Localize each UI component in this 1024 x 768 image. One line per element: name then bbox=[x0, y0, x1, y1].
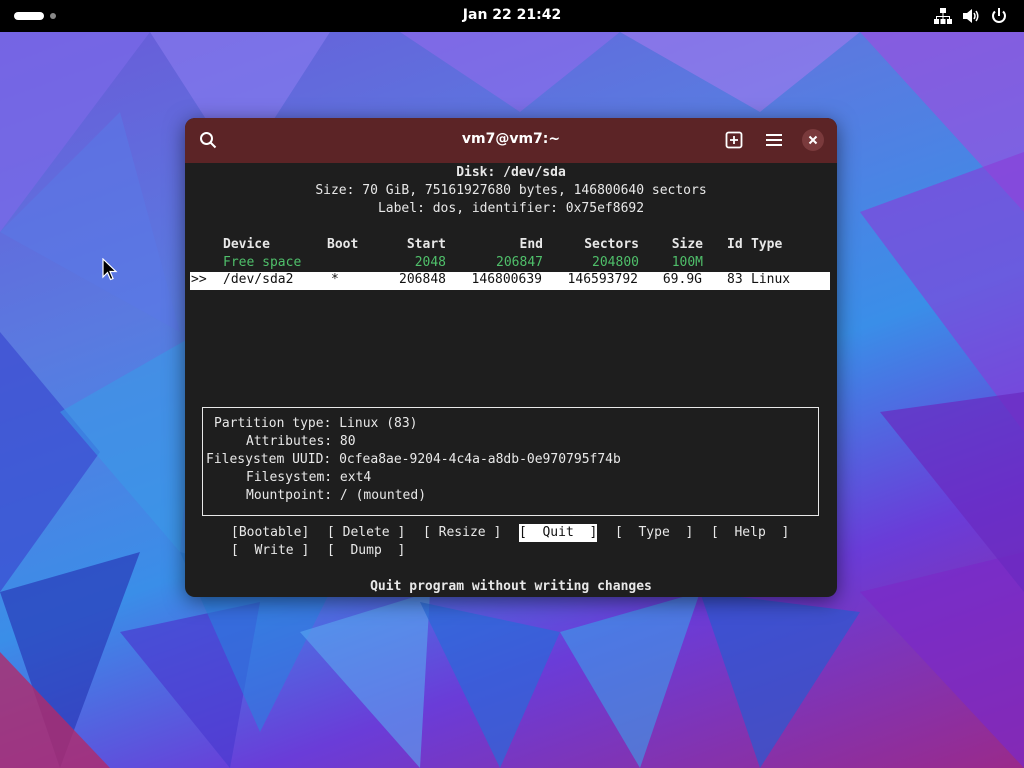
attributes-value: 80 bbox=[339, 434, 356, 449]
terminal-window[interactable]: vm7@vm7:~ Disk: /dev/sda Size: 70 GiB, 7… bbox=[185, 118, 837, 597]
row-start: 206848 bbox=[399, 272, 446, 287]
row-device: Free space bbox=[223, 255, 302, 270]
partition-type-label: Partition type: bbox=[214, 416, 332, 431]
bootable-button[interactable]: [Bootable] bbox=[231, 524, 309, 542]
search-icon[interactable] bbox=[199, 131, 217, 149]
row-start: 2048 bbox=[414, 255, 446, 270]
status-message: Quit program without writing changes bbox=[370, 579, 652, 594]
type-button[interactable]: [ Type ] bbox=[615, 524, 693, 542]
col-sectors: Sectors bbox=[584, 237, 639, 252]
disk-size-line: Size: 70 GiB, 75161927680 bytes, 1468006… bbox=[315, 183, 707, 198]
clock[interactable]: Jan 22 21:42 bbox=[463, 7, 561, 23]
uuid-value: 0cfea8ae-9204-4c4a-a8db-0e970795f74b bbox=[339, 452, 621, 467]
row-size: 69.9G bbox=[662, 272, 702, 287]
attributes-label: Attributes: bbox=[246, 434, 333, 449]
mountpoint-value: / (mounted) bbox=[339, 488, 427, 503]
table-row-selected[interactable]: >> /dev/sda2 * 206848 146800639 14659379… bbox=[190, 272, 830, 290]
dump-button[interactable]: [ Dump ] bbox=[327, 542, 405, 560]
volume-icon[interactable] bbox=[962, 7, 980, 25]
col-end: End bbox=[519, 237, 543, 252]
mouse-cursor-icon bbox=[102, 258, 118, 281]
row-device: /dev/sda2 bbox=[223, 272, 294, 287]
help-button[interactable]: [ Help ] bbox=[711, 524, 789, 542]
disk-heading: Disk: /dev/sda bbox=[456, 165, 566, 180]
filesystem-label: Filesystem: bbox=[246, 470, 333, 485]
menu-icon[interactable] bbox=[765, 131, 783, 149]
row-end: 146800639 bbox=[471, 272, 542, 287]
attributes-row: Attributes: 80 bbox=[246, 433, 356, 451]
row-boot-flag: * bbox=[331, 272, 339, 287]
partition-info-box: Partition type: Linux (83) Attributes: 8… bbox=[202, 407, 819, 516]
partition-type-row: Partition type: Linux (83) bbox=[214, 415, 418, 433]
col-id: Id bbox=[727, 237, 743, 252]
close-icon[interactable] bbox=[802, 129, 824, 151]
row-size: 100M bbox=[671, 255, 703, 270]
disk-label-line: Label: dos, identifier: 0x75ef8692 bbox=[377, 201, 645, 216]
row-sectors: 204800 bbox=[592, 255, 639, 270]
power-icon[interactable] bbox=[990, 7, 1008, 25]
col-device: Device bbox=[223, 237, 270, 252]
row-sectors: 146593792 bbox=[567, 272, 638, 287]
col-size: Size bbox=[671, 237, 703, 252]
network-icon[interactable] bbox=[934, 7, 952, 25]
quit-button[interactable]: [ Quit ] bbox=[519, 524, 598, 542]
selection-marker: >> bbox=[191, 272, 207, 287]
row-type: Linux bbox=[751, 272, 791, 287]
row-id: 83 bbox=[727, 272, 743, 287]
mountpoint-label: Mountpoint: bbox=[246, 488, 333, 503]
uuid-row: Filesystem UUID: 0cfea8ae-9204-4c4a-a8db… bbox=[206, 451, 621, 469]
window-title: vm7@vm7:~ bbox=[461, 131, 561, 147]
partition-type-value: Linux (83) bbox=[339, 416, 418, 431]
uuid-label: Filesystem UUID: bbox=[206, 452, 332, 467]
mountpoint-row: Mountpoint: / (mounted) bbox=[246, 487, 426, 505]
row-end: 206847 bbox=[496, 255, 543, 270]
workspace-indicator[interactable] bbox=[50, 13, 56, 19]
table-row[interactable]: Free space 2048 206847 204800 100M bbox=[185, 254, 837, 272]
table-header: Device Boot Start End Sectors Size Id Ty… bbox=[185, 236, 837, 254]
col-type: Type bbox=[751, 237, 783, 252]
delete-button[interactable]: [ Delete ] bbox=[327, 524, 405, 542]
col-start: Start bbox=[406, 237, 446, 252]
activities-button[interactable] bbox=[14, 12, 44, 20]
top-panel: Jan 22 21:42 bbox=[0, 0, 1024, 32]
col-boot: Boot bbox=[327, 237, 359, 252]
filesystem-row: Filesystem: ext4 bbox=[246, 469, 371, 487]
window-headerbar[interactable]: vm7@vm7:~ bbox=[185, 118, 837, 163]
filesystem-value: ext4 bbox=[339, 470, 372, 485]
new-tab-icon[interactable] bbox=[725, 131, 743, 149]
write-button[interactable]: [ Write ] bbox=[231, 542, 309, 560]
terminal-content[interactable]: Disk: /dev/sda Size: 70 GiB, 75161927680… bbox=[185, 163, 837, 597]
resize-button[interactable]: [ Resize ] bbox=[423, 524, 501, 542]
